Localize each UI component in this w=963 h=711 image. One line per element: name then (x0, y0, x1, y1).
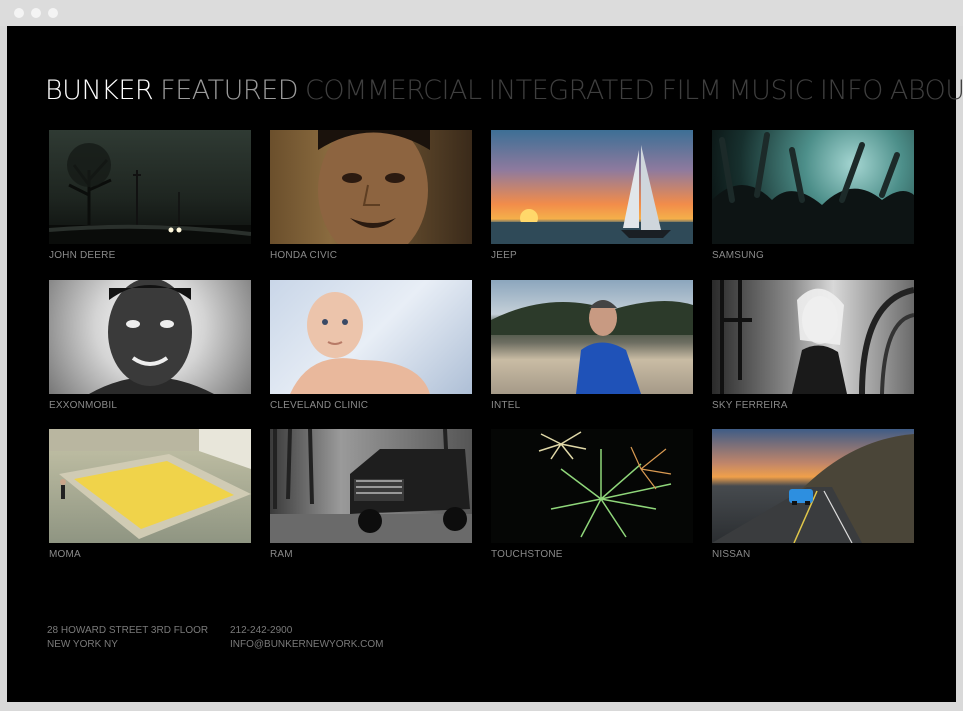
project-thumbnail[interactable] (49, 130, 251, 244)
project-tile[interactable]: SKY FERREIRA (712, 280, 914, 411)
nav-integrated[interactable]: INTEGRATED (489, 75, 656, 106)
project-thumbnail[interactable] (712, 280, 914, 394)
project-title[interactable]: SKY FERREIRA (712, 400, 914, 411)
window-dot-icon (31, 8, 41, 18)
window-dot-icon (48, 8, 58, 18)
project-title[interactable]: JEEP (491, 250, 693, 261)
project-thumbnail[interactable] (491, 130, 693, 244)
project-thumbnail[interactable] (49, 429, 251, 543)
project-thumbnail[interactable] (270, 280, 472, 394)
project-title[interactable]: MOMA (49, 549, 251, 560)
project-tile[interactable]: JOHN DEERE (49, 130, 251, 261)
project-tile[interactable]: RAM (270, 429, 472, 560)
brand-logo[interactable]: BUNKER (45, 75, 154, 106)
project-title[interactable]: TOUCHSTONE (491, 549, 693, 560)
project-thumbnail[interactable] (491, 280, 693, 394)
project-tile[interactable]: JEEP (491, 130, 693, 261)
nav-featured[interactable]: FEATURED (160, 75, 298, 106)
email-link[interactable]: INFO@BUNKERNEWYORK.COM (230, 638, 384, 652)
project-thumbnail[interactable] (491, 429, 693, 543)
address-line: NEW YORK NY (47, 639, 118, 650)
project-thumbnail[interactable] (270, 429, 472, 543)
window-dot-icon (14, 8, 24, 18)
project-title[interactable]: NISSAN (712, 549, 914, 560)
project-thumbnail[interactable] (712, 429, 914, 543)
browser-chrome (0, 0, 963, 26)
project-title[interactable]: HONDA CIVIC (270, 250, 472, 261)
nav-commercial[interactable]: COMMERCIAL (305, 75, 482, 106)
project-title[interactable]: INTEL (491, 400, 693, 411)
project-tile[interactable]: MOMA (49, 429, 251, 560)
project-thumbnail[interactable] (49, 280, 251, 394)
project-tile[interactable]: SAMSUNG (712, 130, 914, 261)
project-title[interactable]: JOHN DEERE (49, 250, 251, 261)
nav-music[interactable]: MUSIC (728, 75, 813, 106)
address-line: 28 HOWARD STREET 3RD FLOOR (47, 625, 209, 636)
project-thumbnail[interactable] (270, 130, 472, 244)
footer-address: 28 HOWARD STREET 3RD FLOOR NEW YORK NY (47, 624, 208, 652)
nav-about[interactable]: ABOUT (890, 75, 963, 106)
project-tile[interactable]: EXXONMOBIL (49, 280, 251, 411)
project-title[interactable]: SAMSUNG (712, 250, 914, 261)
main-nav: BUNKER FEATURED COMMERCIAL INTEGRATED FILM MU… (45, 76, 963, 106)
project-title[interactable]: EXXONMOBIL (49, 400, 251, 411)
project-thumbnail[interactable] (712, 130, 914, 244)
project-title[interactable]: RAM (270, 549, 472, 560)
project-tile[interactable]: INTEL (491, 280, 693, 411)
project-title[interactable]: CLEVELAND CLINIC (270, 400, 472, 411)
project-tile[interactable]: TOUCHSTONE (491, 429, 693, 560)
nav-info[interactable]: INFO (820, 75, 883, 106)
project-tile[interactable]: NISSAN (712, 429, 914, 560)
website-viewport: BUNKER FEATURED COMMERCIAL INTEGRATED FILM MU… (7, 26, 963, 702)
project-tile[interactable]: CLEVELAND CLINIC (270, 280, 472, 411)
nav-film[interactable]: FILM (662, 75, 722, 106)
phone-link[interactable]: 212-242-2900 (230, 624, 384, 638)
footer-contact: 212-242-2900 INFO@BUNKERNEWYORK.COM (230, 624, 384, 652)
project-tile[interactable]: HONDA CIVIC (270, 130, 472, 261)
